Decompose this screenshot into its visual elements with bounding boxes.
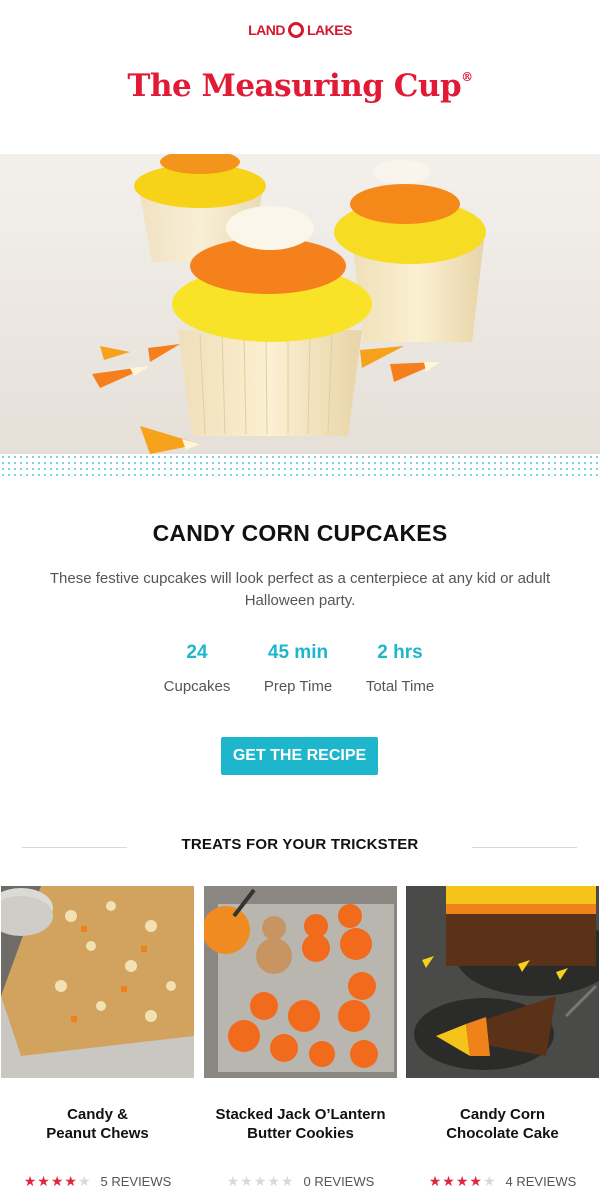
star-icon: ★ (23, 1173, 37, 1189)
star-icon: ★ (280, 1173, 294, 1189)
recipe-card[interactable]: Candy Corn Chocolate Cake ★ ★ ★ ★ ★ 4 REVIEW… (406, 886, 599, 1189)
star-icon: ★ (253, 1173, 267, 1189)
logo-text-left: LAND (248, 22, 285, 38)
star-icon: ★ (442, 1173, 455, 1189)
star-rating: ★ ★ ★ ★ ★ (24, 1173, 91, 1190)
dotted-border (0, 454, 600, 476)
recipe-card[interactable]: Candy & Peanut Chews ★ ★ ★ ★ ★ 5 REVIEWS (1, 886, 194, 1189)
candy-corn-cake-photo-icon (406, 886, 599, 1078)
recipe-card-title[interactable]: Candy Corn Chocolate Cake (406, 1105, 599, 1143)
star-rating: ★ ★ ★ ★ ★ (227, 1173, 294, 1190)
star-icon: ★ (428, 1173, 442, 1189)
get-the-recipe-button[interactable]: GET THE RECIPE (221, 737, 378, 775)
star-icon: ★ (64, 1173, 77, 1189)
star-icon: ★ (240, 1173, 253, 1189)
star-icon: ★ (77, 1173, 91, 1189)
recipe-card-title[interactable]: Stacked Jack O’Lantern Butter Cookies (204, 1105, 397, 1143)
star-rating: ★ ★ ★ ★ ★ (429, 1173, 496, 1190)
recipe-card-image[interactable] (406, 886, 599, 1078)
recipe-description: These festive cupcakes will look perfect… (49, 570, 551, 609)
logo-text-right: LAKES (306, 22, 352, 38)
stat-label: Total Time (365, 678, 435, 695)
recipe-title: CANDY CORN CUPCAKES (152, 520, 448, 546)
star-icon: ★ (267, 1173, 280, 1189)
recipe-card-rating: ★ ★ ★ ★ ★ 5 REVIEWS (1, 1173, 194, 1190)
jack-o-lantern-cookies-photo-icon (204, 886, 397, 1078)
cupcake-photo-icon (92, 154, 486, 454)
recipe-card-image[interactable] (204, 886, 397, 1078)
hero-image[interactable] (0, 154, 600, 476)
star-icon: ★ (455, 1173, 469, 1189)
star-icon: ★ (226, 1173, 240, 1189)
logo-circle-icon (287, 22, 304, 38)
star-icon: ★ (469, 1173, 482, 1189)
recipe-card-rating: ★ ★ ★ ★ ★ 0 REVIEWS (204, 1173, 397, 1190)
divider-right (472, 847, 577, 848)
land-o-lakes-logo[interactable]: LAND LAKES (0, 22, 600, 40)
review-count[interactable]: 5 REVIEWS (101, 1174, 172, 1189)
registered-mark: ® (461, 70, 473, 84)
star-icon: ★ (50, 1173, 64, 1189)
recipe-card-rating: ★ ★ ★ ★ ★ 4 REVIEWS (406, 1173, 599, 1190)
recipe-card-title[interactable]: Candy & Peanut Chews (1, 1105, 194, 1143)
star-icon: ★ (482, 1173, 496, 1189)
stat-total-time: 2 hrs Total Time (340, 642, 460, 695)
review-count[interactable]: 0 REVIEWS (304, 1174, 375, 1189)
section-heading: TREATS FOR YOUR TRICKSTER (181, 836, 419, 853)
newsletter-title: The Measuring Cup® (127, 68, 473, 104)
recipe-card[interactable]: Stacked Jack O’Lantern Butter Cookies ★ ★… (204, 886, 397, 1189)
review-count[interactable]: 4 REVIEWS (506, 1174, 577, 1189)
recipe-card-image[interactable] (1, 886, 194, 1078)
peanut-bars-photo-icon (1, 886, 194, 1078)
star-icon: ★ (37, 1173, 50, 1189)
stat-value: 2 hrs (377, 642, 423, 663)
